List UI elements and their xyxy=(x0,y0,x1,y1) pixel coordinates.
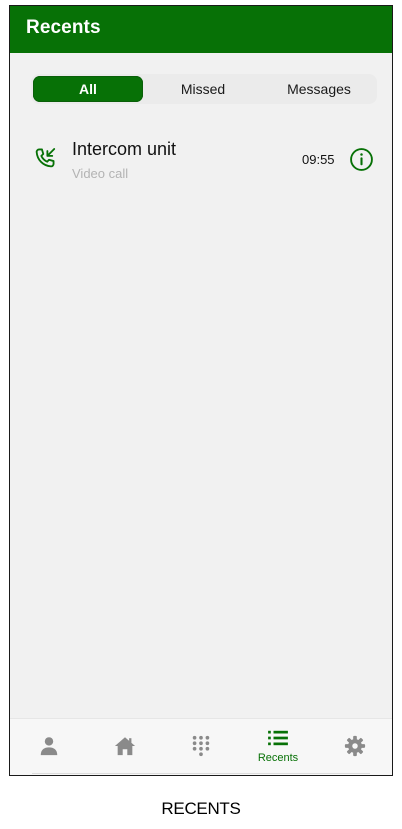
phone-screen: Recents All Missed Messages Intercom uni… xyxy=(9,5,393,776)
call-time: 09:55 xyxy=(302,152,335,167)
tab-missed[interactable]: Missed xyxy=(149,74,257,104)
app-bar: Recents xyxy=(10,6,392,53)
list-item[interactable]: Intercom unit Video call 09:55 xyxy=(10,128,392,192)
call-name: Intercom unit xyxy=(72,139,177,159)
info-icon[interactable] xyxy=(349,147,374,172)
dialpad-icon xyxy=(192,735,210,757)
person-icon xyxy=(40,737,58,756)
nav-recents[interactable]: Recents xyxy=(240,719,316,775)
nav-home[interactable] xyxy=(87,719,163,775)
nav-recents-label: Recents xyxy=(257,752,299,764)
nav-dialpad[interactable] xyxy=(163,719,239,775)
tab-all[interactable]: All xyxy=(33,76,143,102)
nav-contacts[interactable] xyxy=(11,719,87,775)
filter-tabs: All Missed Messages xyxy=(31,74,377,104)
tab-messages[interactable]: Messages xyxy=(263,74,375,104)
list-icon xyxy=(268,730,288,746)
page-title: Recents xyxy=(26,17,101,38)
incoming-call-icon xyxy=(35,148,56,168)
nav-settings[interactable] xyxy=(317,719,392,775)
screen-caption: RECENTS xyxy=(161,799,241,818)
gear-icon xyxy=(344,735,366,757)
home-icon xyxy=(114,737,136,756)
nav-divider xyxy=(32,773,370,774)
bottom-navigation: Recents xyxy=(10,718,392,775)
call-type: Video call xyxy=(72,166,129,181)
